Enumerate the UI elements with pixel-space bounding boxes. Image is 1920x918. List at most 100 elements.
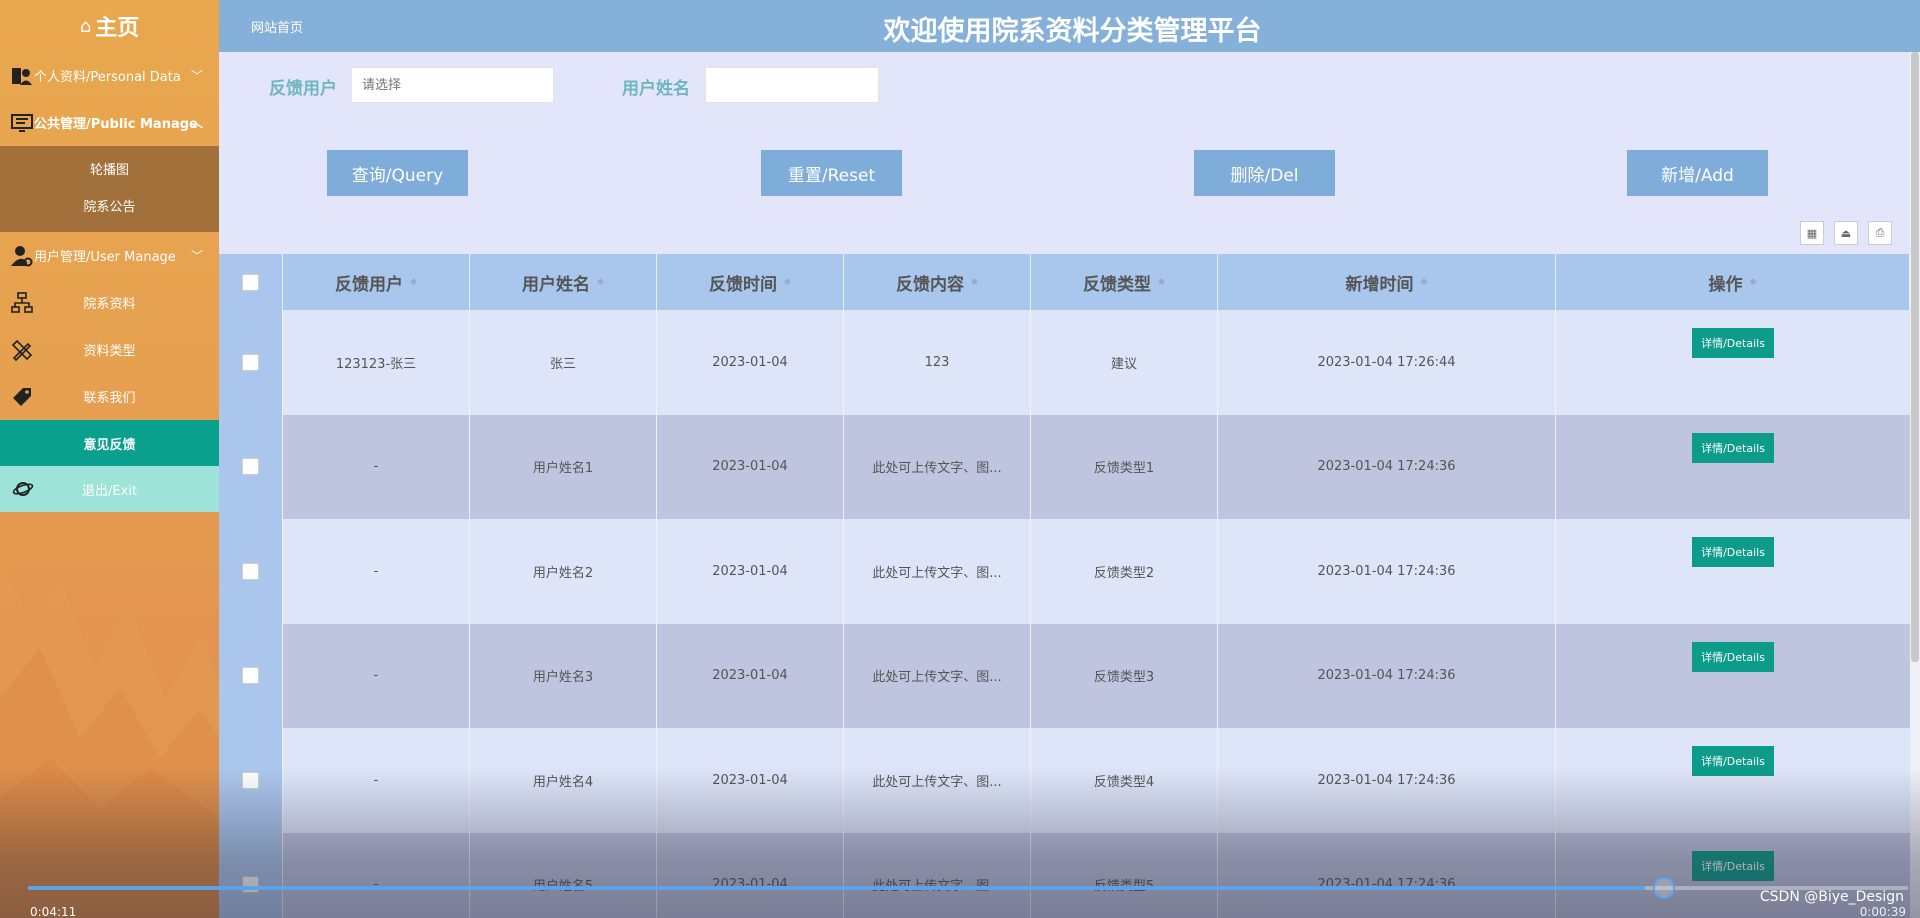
feedback-table: 反馈用户 ◆ 用户姓名 ◆ 反馈时间 ◆ 反馈内容 ◆ 反馈类型 ◆ 新增时间 ◆ 操作 ◆ … <box>219 254 1910 918</box>
chevron-up-icon: ︿ <box>190 116 203 130</box>
table-row: - 用户姓名2 2023-01-04 此处可上传文字、图... 反馈类型2 20… <box>219 519 1910 624</box>
column-header[interactable]: 操作 ◆ <box>1556 254 1910 310</box>
cell-type: 反馈类型4 <box>1031 728 1218 833</box>
column-header[interactable]: 反馈时间 ◆ <box>657 254 844 310</box>
column-header[interactable]: 反馈内容 ◆ <box>844 254 1031 310</box>
sidebar-item-label: 退出/Exit <box>82 483 137 499</box>
pencil-ruler-icon <box>10 338 34 362</box>
cell-added: 2023-01-04 17:24:36 <box>1218 519 1556 624</box>
sidebar-item-user-manage[interactable]: 用户管理/User Manage ﹀ <box>0 232 219 279</box>
cell-time: 2023-01-04 <box>657 519 844 624</box>
select-all-checkbox[interactable] <box>242 273 259 291</box>
cell-added: 2023-01-04 17:24:36 <box>1218 623 1556 728</box>
sort-icon: ◆ <box>1158 277 1165 287</box>
sidebar-home-title[interactable]: ⌂ 主页 <box>0 0 219 52</box>
table-row: - 用户姓名5 2023-01-04 此处可上传文字、图... 反馈类型5 20… <box>219 832 1910 918</box>
reset-button[interactable]: 重置/Reset <box>761 150 902 196</box>
csdn-watermark: CSDN @Biye_Design <box>1759 889 1904 905</box>
cell-action: 详情/Details <box>1556 310 1910 415</box>
row-checkbox[interactable] <box>242 562 259 580</box>
sidebar-title-text: 主页 <box>95 16 140 41</box>
feedback-user-label: 反馈用户 <box>269 79 337 99</box>
select-all-cell <box>219 254 283 310</box>
row-check-cell <box>219 519 283 624</box>
cell-name: 用户姓名1 <box>470 414 657 519</box>
sidebar-item-department-data[interactable]: 院系资料 <box>0 279 219 326</box>
user-name-label: 用户姓名 <box>622 79 690 99</box>
cell-time: 2023-01-04 <box>657 728 844 833</box>
cell-time: 2023-01-04 <box>657 832 844 918</box>
details-button[interactable]: 详情/Details <box>1692 328 1774 359</box>
table-row: 123123-张三 张三 2023-01-04 123 建议 2023-01-0… <box>219 310 1910 415</box>
video-progress-fill <box>28 886 1645 890</box>
table-row: - 用户姓名4 2023-01-04 此处可上传文字、图... 反馈类型4 20… <box>219 728 1910 833</box>
cell-action: 详情/Details <box>1556 728 1910 833</box>
sidebar-item-feedback[interactable]: 意见反馈 <box>0 420 219 466</box>
cell-action: 详情/Details <box>1556 519 1910 624</box>
home-icon: ⌂ <box>79 15 92 37</box>
cell-name: 用户姓名4 <box>470 728 657 833</box>
cell-content: 此处可上传文字、图... <box>844 832 1031 918</box>
row-checkbox[interactable] <box>242 771 259 789</box>
cell-user: - <box>283 519 470 624</box>
sidebar-item-contact-us[interactable]: 联系我们 <box>0 373 219 420</box>
print-icon[interactable]: ⎙ <box>1868 221 1892 245</box>
cell-content: 此处可上传文字、图... <box>844 728 1031 833</box>
details-button[interactable]: 详情/Details <box>1692 432 1774 463</box>
cell-name: 用户姓名3 <box>470 623 657 728</box>
submenu-item-announcement[interactable]: 院系公告 <box>0 189 219 226</box>
cell-time: 2023-01-04 <box>657 414 844 519</box>
row-checkbox[interactable] <box>242 667 259 685</box>
sidebar-item-personal-data[interactable]: 个人资料/Personal Data ﹀ <box>0 52 219 99</box>
cell-user: 123123-张三 <box>283 310 470 415</box>
sidebar-item-data-type[interactable]: 资料类型 <box>0 326 219 373</box>
scrollbar-thumb[interactable] <box>1911 52 1919 662</box>
columns-icon[interactable]: ▦ <box>1800 221 1824 245</box>
video-duration: 0:00:39 <box>1859 905 1906 918</box>
column-header[interactable]: 反馈类型 ◆ <box>1031 254 1218 310</box>
user-gear-icon <box>10 244 34 268</box>
vertical-scrollbar[interactable] <box>1910 52 1920 918</box>
row-checkbox[interactable] <box>242 353 259 371</box>
column-header[interactable]: 新增时间 ◆ <box>1218 254 1556 310</box>
table-toolbar: ▦ ⏏ ⎙ <box>219 204 1920 254</box>
column-header[interactable]: 用户姓名 ◆ <box>470 254 657 310</box>
delete-button[interactable]: 删除/Del <box>1194 150 1335 196</box>
sidebar-item-exit[interactable]: 退出/Exit <box>0 466 219 512</box>
user-name-input[interactable] <box>705 67 879 103</box>
sort-icon: ◆ <box>410 277 417 287</box>
row-check-cell <box>219 832 283 918</box>
cell-name: 张三 <box>470 310 657 415</box>
cell-user: - <box>283 832 470 918</box>
cell-user: - <box>283 414 470 519</box>
sort-icon: ◆ <box>1420 277 1428 287</box>
row-check-cell <box>219 623 283 728</box>
add-button[interactable]: 新增/Add <box>1627 150 1768 196</box>
row-checkbox[interactable] <box>242 458 259 476</box>
public-manage-submenu: 轮播图 院系公告 <box>0 146 219 232</box>
details-button[interactable]: 详情/Details <box>1692 746 1774 777</box>
table-row: - 用户姓名3 2023-01-04 此处可上传文字、图... 反馈类型3 20… <box>219 623 1910 728</box>
submenu-item-carousel[interactable]: 轮播图 <box>0 152 219 189</box>
query-button[interactable]: 查询/Query <box>327 150 468 196</box>
row-check-cell <box>219 728 283 833</box>
cell-added: 2023-01-04 17:24:36 <box>1218 832 1556 918</box>
export-icon[interactable]: ⏏ <box>1834 221 1858 245</box>
cell-added: 2023-01-04 17:24:36 <box>1218 414 1556 519</box>
sort-icon: ◆ <box>597 277 604 287</box>
column-header[interactable]: 反馈用户 ◆ <box>283 254 470 310</box>
row-check-cell <box>219 310 283 415</box>
details-button[interactable]: 详情/Details <box>1692 537 1774 568</box>
video-progress-knob[interactable] <box>1652 877 1675 899</box>
details-button[interactable]: 详情/Details <box>1692 641 1774 672</box>
video-progress-bar[interactable] <box>28 877 1908 899</box>
sidebar: ⌂ 主页 个人资料/Personal Data ﹀ 公共管理/Public Ma… <box>0 0 219 918</box>
sort-icon: ◆ <box>971 277 978 287</box>
row-checkbox[interactable] <box>242 876 259 894</box>
details-button[interactable]: 详情/Details <box>1692 850 1774 881</box>
chevron-down-icon: ﹀ <box>190 69 203 83</box>
sidebar-item-public-manage[interactable]: 公共管理/Public Manage ︿ <box>0 99 219 146</box>
mountain-background <box>0 558 219 918</box>
feedback-user-select[interactable] <box>351 67 554 103</box>
tag-icon <box>10 385 34 409</box>
